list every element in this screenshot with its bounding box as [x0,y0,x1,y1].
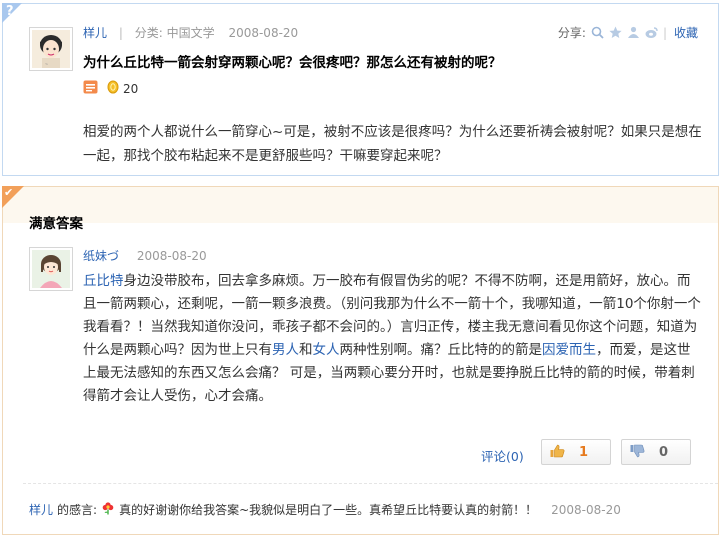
thanks-label: 的感言: [57,503,98,517]
asker-avatar[interactable]: ~ [29,27,73,71]
reward-amount: 20 [123,81,139,96]
weibo-share-icon[interactable] [645,26,658,39]
best-answer-card: ✔ 满意答案 纸妹づ 2008-08-20 丘比特身边没带胶布，回去拿多麻烦。万… [2,186,719,535]
answer-text-3: 两种性别啊。痛？丘比特的的箭是 [339,342,543,358]
upvote-button[interactable]: 1 [541,439,611,465]
asker-name-link[interactable]: 样儿 [83,26,107,40]
renren-share-icon[interactable] [627,26,640,39]
question-body: 相爱的两个人都说什么一箭穿心~可是，被射不应该是很疼吗？为什么还要祈祷会被射呢？… [83,124,702,164]
answer-text-2: 和 [299,342,313,358]
svg-text:~: ~ [45,62,48,68]
answerer-avatar[interactable] [29,247,73,291]
asker-thanks: 样儿 的感言: 真的好谢谢你给我答案~我貌似是明白了一些。真希望丘比特要认真的射… [29,501,621,518]
share-label: 分享: [557,26,586,40]
thumb-down-icon [630,444,645,461]
comment-link[interactable]: 评论(0) [481,446,524,465]
upvote-count: 1 [579,444,589,460]
answer-meta: 纸妹づ 2008-08-20 [83,247,207,264]
keyword-link-cupid[interactable]: 丘比特 [83,273,124,289]
meta-separator: | [118,26,123,40]
flower-icon [101,501,115,518]
coin-icon [106,80,120,97]
question-card: ? ~ 样儿 | 分类: 中国文学 2008-08-20 分享: | 收藏 为什… [2,3,719,176]
thumb-up-icon [550,444,565,461]
thanks-date: 2008-08-20 [551,502,621,517]
answer-date: 2008-08-20 [136,249,207,263]
share-bar: 分享: | 收藏 [558,24,698,41]
thanks-text: 真的好谢谢你给我答案~我貌似是明白了一些。真希望丘比特要认真的射箭！！ [119,503,538,517]
thanks-user-link[interactable]: 样儿 [29,501,53,518]
keyword-link-love[interactable]: 因爱而生 [542,342,596,358]
answer-divider [23,483,718,484]
question-icons: 20 [83,80,138,97]
reward-points: 20 [106,80,138,97]
favorite-link[interactable]: 收藏 [674,24,698,41]
answerer-name-link[interactable]: 纸妹づ [83,249,119,263]
keyword-link-woman[interactable]: 女人 [313,342,340,358]
asker-avatar-image: ~ [32,30,70,68]
downvote-count: 0 [659,444,669,460]
question-mark-badge: ? [2,3,22,23]
best-answer-title: 满意答案 [29,216,83,232]
question-date: 2008-08-20 [228,26,299,40]
answer-body: 丘比特身边没带胶布，回去拿多麻烦。万一胶布有假冒伪劣的呢？不得不防啊，还是用箭好… [83,270,703,408]
question-meta: 样儿 | 分类: 中国文学 2008-08-20 [83,24,298,41]
question-tag-icon[interactable] [83,80,98,97]
category-label: 分类: [134,26,163,40]
search-share-icon[interactable] [591,26,604,39]
qzone-share-icon[interactable] [609,26,622,39]
share-divider: | [662,25,667,40]
keyword-link-man[interactable]: 男人 [272,342,299,358]
category-link[interactable]: 中国文学 [167,26,215,40]
answerer-avatar-image [32,250,70,288]
question-title: 为什么丘比特一箭会射穿两颗心呢？会很疼吧？那怎么还有被射的呢？ [83,55,502,71]
best-answer-header [3,187,718,223]
downvote-button[interactable]: 0 [621,439,691,465]
